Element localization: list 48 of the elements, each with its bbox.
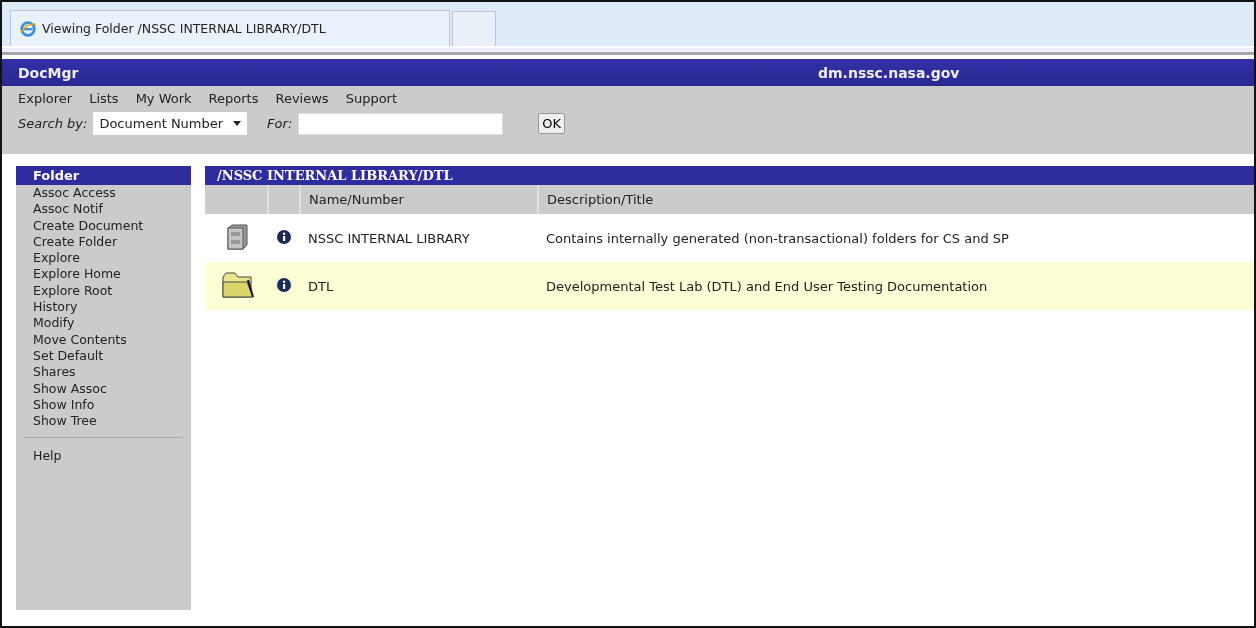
search-type-dropdown[interactable]: Document Number (93, 112, 248, 135)
table-cell: DTL (300, 262, 538, 310)
sidebar-item[interactable]: Explore Root (16, 282, 191, 300)
caret-icon (233, 121, 242, 126)
column-header: Name/Number (300, 185, 538, 214)
sidebar-item[interactable]: History (16, 299, 191, 316)
sidebar-item[interactable]: Create Folder (16, 233, 191, 251)
sidebar-item[interactable]: Set Default (16, 347, 191, 365)
sidebar-item[interactable]: Explore (16, 250, 191, 267)
sidebar-item[interactable]: Move Contents (16, 331, 191, 348)
for-label: For: (267, 116, 293, 131)
sidebar-item[interactable]: Create Document (16, 217, 191, 234)
sidebar-item[interactable]: Show Info (16, 396, 191, 414)
sidebar-item[interactable]: Show Assoc (16, 380, 191, 397)
search-by-label: Search by: (18, 116, 88, 131)
sidebar-item[interactable]: Shares (16, 364, 191, 381)
table-header-cell (268, 185, 300, 214)
folder-icon (219, 270, 254, 299)
sidebar-item[interactable]: Assoc Access (16, 185, 191, 202)
column-header: Description/Title (538, 185, 1254, 214)
info-icon[interactable] (277, 229, 291, 244)
sidebar-item[interactable]: Show Tree (16, 413, 191, 430)
table-cell: NSSC INTERNAL LIBRARY (300, 214, 538, 262)
table-cell: Contains internally generated (non-transactional) folders for CS and SP (538, 214, 1254, 262)
sidebar-item[interactable]: Assoc Notif (16, 201, 191, 218)
info-icon[interactable] (277, 277, 291, 292)
menu-item[interactable]: Explorer (18, 91, 73, 106)
sidebar-title: Folder (16, 166, 191, 185)
app-name: DocMgr (18, 64, 80, 81)
sidebar-item[interactable]: Explore Home (16, 266, 191, 283)
menu-item[interactable]: Reviews (275, 91, 329, 106)
tab-title: Viewing Folder /NSSC INTERNAL LIBRARY/DTL (42, 21, 326, 36)
table-cell: Developmental Test Lab (DTL) and End User Testing Documentation (538, 262, 1254, 310)
sidebar-item[interactable]: Help (16, 448, 191, 465)
search-field[interactable] (298, 112, 504, 135)
menu-item[interactable]: Lists (89, 91, 119, 106)
table-row[interactable]: NSSC INTERNAL LIBRARY Contains internally generated (non-transactional) folders for CS and SP (205, 214, 1254, 262)
ok-button[interactable]: OK (538, 113, 566, 134)
menu-item[interactable]: My Work (135, 91, 192, 106)
folder-path-title: /NSSC INTERNAL LIBRARY/DTL (205, 166, 1254, 185)
host-name: dm.nssc.nasa.gov (818, 64, 960, 81)
menu-item[interactable]: Support (345, 91, 398, 106)
browser-tab[interactable]: Viewing Folder /NSSC INTERNAL LIBRARY/DTL (10, 10, 450, 46)
menu-item[interactable]: Reports (208, 91, 259, 106)
table-header-cell (205, 185, 268, 214)
file-cabinet-icon (225, 223, 248, 250)
sidebar-item[interactable]: Modify (16, 315, 191, 332)
browser-logo-icon (19, 19, 37, 38)
